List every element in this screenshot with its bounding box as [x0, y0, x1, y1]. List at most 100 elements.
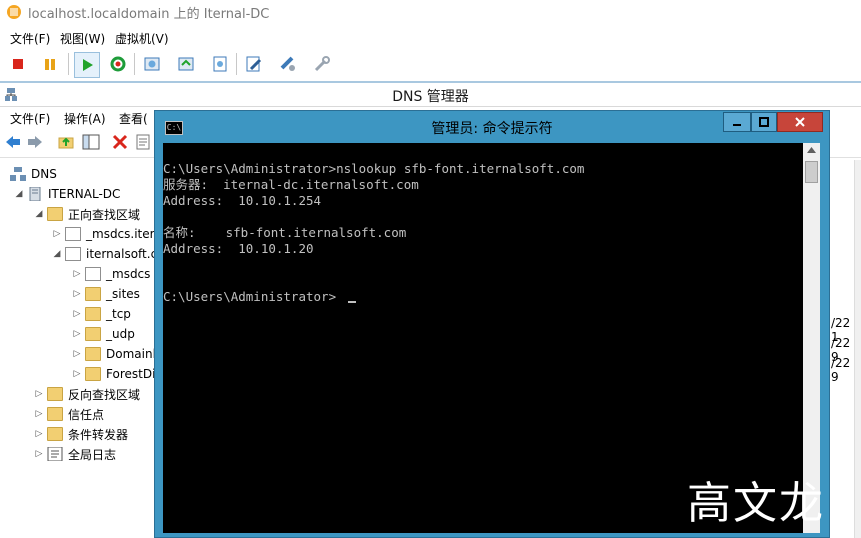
toolbar-divider: [68, 53, 69, 75]
show-hide-console-tree-icon[interactable]: [82, 134, 100, 150]
expand-arrow-icon[interactable]: ▷: [34, 389, 44, 399]
reset-button[interactable]: [106, 52, 130, 76]
vm-title-bar: localhost.localdomain 上的 Iternal-DC: [0, 0, 861, 24]
dns-icon: [10, 167, 26, 181]
revert-snapshot-button[interactable]: [174, 52, 198, 76]
expand-arrow-icon[interactable]: ▷: [34, 449, 44, 459]
vmware-logo-icon: [7, 5, 21, 19]
zone-icon: [65, 247, 81, 261]
dns-manager-title-bar: DNS 管理器: [0, 84, 861, 107]
snapshot-icon: [144, 57, 160, 71]
console-line: Address: 10.10.1.254: [163, 193, 322, 208]
tree-label-iternalsoft-zone: iternalsoft.c: [86, 247, 158, 261]
details-pane-fragment: /22 1 /22 9 /22 9: [825, 160, 861, 538]
folder-icon: [85, 347, 101, 361]
tree-node-msdcs[interactable]: ▷ _msdcs: [72, 264, 150, 284]
minimize-icon: [733, 124, 741, 126]
tree-label-trust-points: 信任点: [68, 407, 105, 422]
close-icon: [795, 117, 805, 127]
tree-label-forest-dns-zones: ForestDi: [106, 367, 156, 381]
snapshot-button[interactable]: [140, 52, 164, 76]
vm-menu-vm[interactable]: 虚拟机(V): [115, 30, 169, 47]
collapse-arrow-icon[interactable]: ◢: [34, 209, 44, 219]
maximize-icon: [759, 117, 769, 127]
maximize-button[interactable]: [751, 112, 777, 132]
cmd-title-bar[interactable]: C:\ 管理员: 命令提示符: [155, 111, 829, 143]
tree-label-global-logs: 全局日志: [68, 447, 117, 462]
tree-label-reverse-zones: 反向查找区域: [68, 387, 141, 402]
console-line: 服务器: iternal-dc.iternalsoft.com: [163, 177, 419, 192]
expand-arrow-icon[interactable]: ▷: [34, 409, 44, 419]
tree-node-tcp[interactable]: ▷ _tcp: [72, 304, 131, 324]
back-arrow-icon[interactable]: [5, 135, 21, 149]
snapshot-manager-icon: [213, 56, 227, 72]
edit-settings-button[interactable]: [242, 52, 266, 76]
tree-node-forest-dns-zones[interactable]: ▷ ForestDi: [72, 364, 155, 384]
revert-snapshot-icon: [178, 57, 194, 71]
tree-node-trust-points[interactable]: ▷ 信任点: [34, 404, 104, 424]
folder-icon: [47, 387, 63, 401]
dns-menu-view[interactable]: 查看(: [119, 110, 148, 127]
tree-label-conditional-forwarders: 条件转发器: [68, 427, 129, 442]
dns-tree-pane: DNS ◢ ITERNAL-DC ◢ 正向查找区域 ▷ _msdcs.itern…: [0, 160, 162, 538]
reset-icon: [110, 56, 126, 72]
tree-label-dns: DNS: [31, 167, 57, 181]
scrollbar-thumb[interactable]: [805, 161, 818, 183]
expand-arrow-icon[interactable]: ▷: [72, 369, 82, 379]
up-folder-icon[interactable]: [58, 134, 74, 150]
console-line: Address: 10.10.1.20: [163, 241, 314, 256]
collapse-arrow-icon[interactable]: ◢: [14, 189, 24, 199]
expand-arrow-icon[interactable]: ▷: [72, 289, 82, 299]
event-log-icon: [47, 447, 63, 461]
stop-button[interactable]: [6, 52, 30, 76]
tree-node-udp[interactable]: ▷ _udp: [72, 324, 135, 344]
tree-node-reverse-zones[interactable]: ▷ 反向查找区域: [34, 384, 140, 404]
expand-arrow-icon[interactable]: ▷: [72, 269, 82, 279]
snapshot-manager-button[interactable]: [208, 52, 232, 76]
watermark-text: 高文龙: [687, 478, 825, 529]
collapse-arrow-icon[interactable]: ◢: [52, 249, 62, 259]
minimize-button[interactable]: [723, 112, 751, 132]
vm-toolbar-border: [0, 81, 861, 83]
console-line: C:\Users\Administrator>nslookup sfb-font…: [163, 161, 585, 176]
edit-settings-icon: [246, 56, 262, 72]
dns-menu-action[interactable]: 操作(A): [64, 110, 106, 127]
tree-node-forward-zones[interactable]: ◢ 正向查找区域: [34, 204, 140, 224]
close-button[interactable]: [777, 112, 823, 132]
tree-node-msdcs-zone[interactable]: ▷ _msdcs.itern: [52, 224, 162, 244]
dns-menu-file[interactable]: 文件(F): [10, 110, 50, 127]
tree-node-server[interactable]: ◢ ITERNAL-DC: [14, 184, 120, 204]
network-button[interactable]: [276, 52, 300, 76]
expand-arrow-icon[interactable]: ▷: [72, 329, 82, 339]
network-icon: [280, 56, 295, 71]
tree-label-forward-zones: 正向查找区域: [68, 207, 141, 222]
expand-arrow-icon[interactable]: ▷: [34, 429, 44, 439]
expand-arrow-icon[interactable]: ▷: [72, 309, 82, 319]
tree-node-dns[interactable]: DNS: [10, 164, 57, 184]
tools-icon: [314, 56, 330, 72]
tree-node-domain-dns-zones[interactable]: ▷ Domainl: [72, 344, 156, 364]
play-button[interactable]: [74, 52, 100, 78]
vm-menu-view[interactable]: 视图(W): [60, 30, 105, 47]
vm-toolbar: [0, 50, 861, 80]
tree-node-iternalsoft-zone[interactable]: ◢ iternalsoft.c: [52, 244, 157, 264]
pause-button[interactable]: [38, 52, 62, 76]
tree-node-conditional-forwarders[interactable]: ▷ 条件转发器: [34, 424, 128, 444]
expand-arrow-icon[interactable]: ▷: [72, 349, 82, 359]
tree-node-global-logs[interactable]: ▷ 全局日志: [34, 444, 116, 464]
zone-icon: [85, 267, 101, 281]
properties-icon[interactable]: [136, 134, 150, 150]
toolbar-divider: [134, 53, 135, 75]
expand-arrow-icon[interactable]: ▷: [52, 229, 62, 239]
folder-icon: [85, 367, 101, 381]
forward-arrow-icon[interactable]: [27, 135, 43, 149]
tree-node-sites[interactable]: ▷ _sites: [72, 284, 140, 304]
tools-button[interactable]: [310, 52, 334, 76]
tree-label-server: ITERNAL-DC: [48, 187, 121, 201]
scroll-up-arrow-icon[interactable]: [807, 147, 816, 153]
tree-label-domain-dns-zones: Domainl: [106, 347, 156, 361]
vm-menu-bar: 文件(F) 视图(W) 虚拟机(V): [0, 27, 861, 47]
vm-menu-file[interactable]: 文件(F): [10, 30, 50, 47]
delete-icon[interactable]: [112, 134, 128, 150]
details-scrollbar[interactable]: [854, 160, 861, 538]
